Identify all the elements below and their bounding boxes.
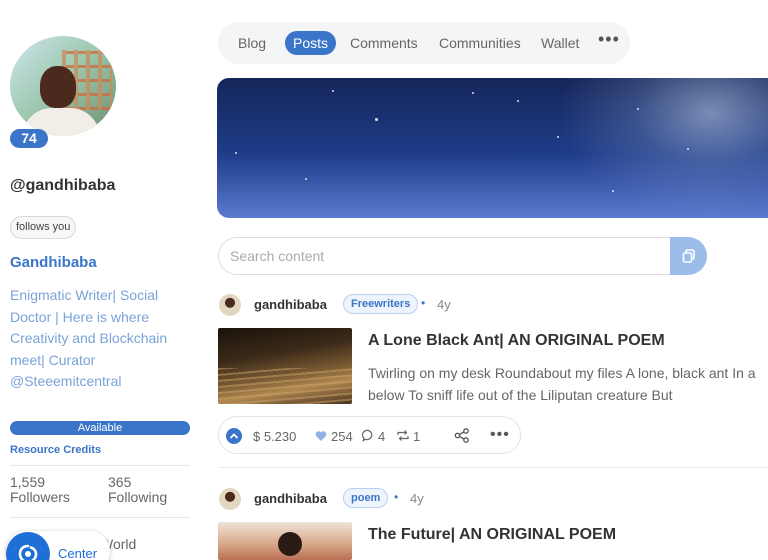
comment-icon[interactable]	[362, 429, 375, 442]
tab-posts[interactable]: Posts	[285, 31, 337, 55]
profile-username: @gandhibaba	[10, 177, 116, 194]
profile-display-name: Gandhibaba	[10, 254, 97, 271]
post-payout[interactable]: $ 5.230	[253, 429, 296, 444]
post-tag[interactable]: Freewriters	[343, 294, 419, 314]
post-divider	[218, 467, 768, 468]
following-count: 365	[108, 474, 132, 490]
profile-avatar[interactable]	[10, 36, 116, 142]
followers-label: Followers	[10, 489, 70, 505]
likes-count[interactable]: 254	[331, 429, 353, 444]
meta-separator: •	[394, 490, 399, 504]
followers-count: 1,559	[10, 474, 46, 490]
more-options-icon[interactable]: •••	[490, 426, 510, 444]
search-input[interactable]: Search content	[218, 237, 673, 275]
more-tabs-icon[interactable]: •••	[598, 30, 620, 48]
comments-count[interactable]: 4	[378, 429, 385, 444]
tab-wallet[interactable]: Wallet	[541, 34, 579, 52]
profile-tabs: Blog Posts Comments Communities Wallet •…	[218, 22, 630, 64]
tab-blog[interactable]: Blog	[238, 34, 266, 52]
sidebar-divider	[10, 517, 190, 518]
post-thumbnail[interactable]	[218, 522, 352, 560]
author-avatar[interactable]	[219, 488, 241, 510]
profile-sidebar: 74 @gandhibaba follows you Gandhibaba En…	[0, 0, 200, 560]
reblog-icon[interactable]	[396, 429, 410, 442]
heart-icon[interactable]	[315, 430, 327, 442]
post-author[interactable]: gandhibaba	[254, 297, 327, 312]
upvote-button[interactable]	[226, 428, 242, 444]
center-widget-label[interactable]: Center	[58, 546, 97, 560]
followers-stat[interactable]: 1,559 Followers	[10, 475, 70, 505]
following-label: Following	[108, 489, 168, 505]
post-actions: $ 5.230 254 4 1 •••	[218, 416, 521, 454]
share-icon[interactable]	[454, 428, 470, 443]
post-tag[interactable]: poem	[343, 488, 389, 508]
chevron-up-icon	[230, 433, 238, 439]
post-age: 4y	[437, 297, 451, 312]
reputation-badge: 74	[10, 129, 48, 148]
post-title[interactable]: The Future| AN ORIGINAL POEM	[368, 526, 616, 544]
resource-credits-bar: Available	[10, 421, 190, 435]
copy-icon	[682, 249, 695, 263]
post-excerpt[interactable]: Twirling on my desk Roundabout my files …	[368, 363, 768, 406]
post-thumbnail[interactable]	[218, 328, 352, 404]
resource-credits-link[interactable]: Resource Credits	[10, 444, 101, 456]
following-stat[interactable]: 365 Following	[108, 475, 167, 505]
sidebar-divider	[10, 465, 190, 466]
tab-comments[interactable]: Comments	[350, 34, 418, 52]
meta-separator: •	[421, 296, 426, 310]
follows-you-badge: follows you	[10, 216, 77, 239]
post-title[interactable]: A Lone Black Ant| AN ORIGINAL POEM	[368, 332, 665, 350]
avatar-image	[10, 36, 116, 136]
search-copy-button[interactable]	[670, 237, 707, 275]
reblogs-count[interactable]: 1	[413, 429, 420, 444]
tab-communities[interactable]: Communities	[439, 34, 521, 52]
author-avatar[interactable]	[219, 294, 241, 316]
profile-cover-image	[217, 78, 768, 218]
post-age: 4y	[410, 491, 424, 506]
profile-bio: Enigmatic Writer| Social Doctor | Here i…	[10, 287, 168, 389]
post-author[interactable]: gandhibaba	[254, 491, 327, 506]
